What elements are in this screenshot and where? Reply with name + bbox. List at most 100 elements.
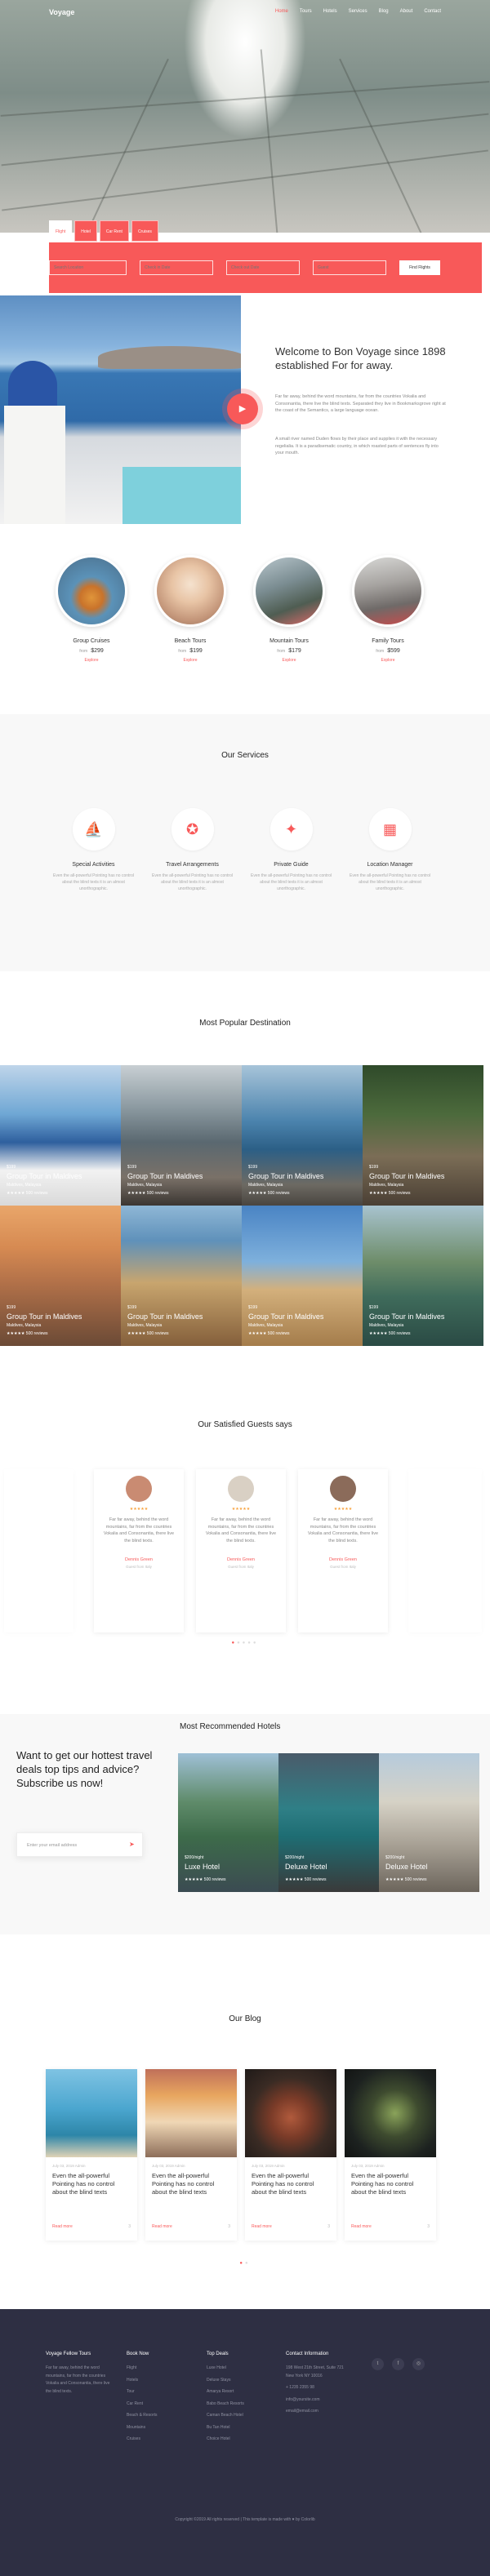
nav-item-about[interactable]: About xyxy=(400,9,413,14)
rating-stars: ★★★★★ xyxy=(231,1507,251,1512)
play-video-button[interactable]: ▶ xyxy=(227,393,258,424)
tab-car-rent[interactable]: Car Rent xyxy=(99,220,129,242)
footer-link[interactable]: Luxe Hotel xyxy=(207,2365,244,2373)
hotel-card[interactable]: $200/night Deluxe Hotel ★★★★★ 500 review… xyxy=(278,1753,379,1892)
footer-link[interactable]: Hotels xyxy=(127,2377,158,2385)
check-out-input[interactable] xyxy=(226,260,300,275)
destination-card[interactable]: $199 Group Tour in Maldives Maldives, Ma… xyxy=(0,1065,121,1206)
footer-link[interactable]: Bu Tan Hotel xyxy=(207,2424,244,2432)
email-link[interactable]: info@yoursite.com xyxy=(286,2396,351,2405)
category-card[interactable]: Group Cruises from $299 Explore xyxy=(55,555,128,663)
destination-rating: ★★★★★ 500 reviews xyxy=(127,1331,169,1336)
explore-link[interactable]: Explore xyxy=(252,658,326,663)
destination-title: Group Tour in Maldives xyxy=(7,1312,82,1321)
blog-title[interactable]: Even the all-powerful Pointing has no co… xyxy=(152,2172,230,2196)
category-card[interactable]: Family Tours from $599 Explore xyxy=(351,555,425,663)
footer-link[interactable]: Amarya Resort xyxy=(207,2388,244,2396)
destination-price: $199 xyxy=(369,1305,379,1310)
destination-card[interactable]: $199 Group Tour in Maldives Maldives, Ma… xyxy=(363,1206,483,1346)
email-link[interactable]: email@email.com xyxy=(286,2408,351,2416)
blog-meta: July 03, 2019 Admin xyxy=(152,2164,185,2168)
footer-link[interactable]: Cruises xyxy=(127,2436,158,2444)
service-item: ▦ Location Manager Even the all-powerful… xyxy=(347,808,433,892)
check-in-input[interactable] xyxy=(140,260,213,275)
hero-image xyxy=(0,0,490,233)
footer-link[interactable]: Caman Beach Hotel xyxy=(207,2412,244,2420)
destination-location: Maldives, Malaysia xyxy=(248,1323,283,1328)
destination-title: Group Tour in Maldives xyxy=(127,1172,203,1180)
destination-card[interactable]: $199 Group Tour in Maldives Maldives, Ma… xyxy=(242,1206,363,1346)
category-card[interactable]: Mountain Tours from $179 Explore xyxy=(252,555,326,663)
destination-card[interactable]: $199 Group Tour in Maldives Maldives, Ma… xyxy=(363,1065,483,1206)
testimonial-quote: Far far away, behind the word mountains,… xyxy=(307,1517,379,1543)
nav-item-home[interactable]: Home xyxy=(275,9,288,14)
explore-link[interactable]: Explore xyxy=(154,658,227,663)
blog-title[interactable]: Even the all-powerful Pointing has no co… xyxy=(52,2172,131,2196)
service-item: ✪ Travel Arrangements Even the all-power… xyxy=(149,808,235,892)
guest-select[interactable] xyxy=(313,260,386,275)
read-more-link[interactable]: Read more xyxy=(152,2224,172,2229)
category-card[interactable]: Beach Tours from $199 Explore xyxy=(154,555,227,663)
destination-card[interactable]: $199 Group Tour in Maldives Maldives, Ma… xyxy=(121,1065,242,1206)
footer-link[interactable]: Babo Beach Resorts xyxy=(207,2401,244,2409)
explore-link[interactable]: Explore xyxy=(55,658,128,663)
tab-cruises[interactable]: Cruises xyxy=(131,220,158,242)
nav-item-contact[interactable]: Contact xyxy=(424,9,441,14)
blog-card[interactable]: July 03, 2019 Admin Even the all-powerfu… xyxy=(345,2069,436,2241)
nav-item-tours[interactable]: Tours xyxy=(300,9,312,14)
phone-link[interactable]: + 1235 2355 98 xyxy=(286,2384,351,2392)
footer-link[interactable]: Flight xyxy=(127,2365,158,2373)
category-image xyxy=(253,555,325,627)
comment-count: 3 xyxy=(327,2224,330,2229)
destination-title: Group Tour in Maldives xyxy=(369,1312,445,1321)
blog-section: Our Blog July 03, 2019 Admin Even the al… xyxy=(0,1975,490,2285)
blog-card[interactable]: July 03, 2019 Admin Even the all-powerfu… xyxy=(145,2069,237,2241)
nav-item-services[interactable]: Services xyxy=(349,9,368,14)
destination-price: $199 xyxy=(248,1165,258,1170)
hotel-card[interactable]: $200/night Luxe Hotel ★★★★★ 500 reviews xyxy=(178,1753,278,1892)
carousel-dots[interactable]: ●●●●● xyxy=(0,1641,490,1646)
brand-logo[interactable]: Voyage xyxy=(49,8,74,16)
search-location-input[interactable] xyxy=(49,260,127,275)
about-paragraph: Far far away, behind the word mountains,… xyxy=(275,394,446,413)
explore-link[interactable]: Explore xyxy=(351,658,425,663)
destination-card[interactable]: $199 Group Tour in Maldives Maldives, Ma… xyxy=(121,1206,242,1346)
twitter-icon[interactable]: t xyxy=(372,2358,384,2370)
destination-card[interactable]: $199 Group Tour in Maldives Maldives, Ma… xyxy=(242,1065,363,1206)
hotel-card[interactable]: $200/night Deluxe Hotel ★★★★★ 500 review… xyxy=(379,1753,479,1892)
footer-link[interactable]: Car Rent xyxy=(127,2401,158,2409)
blog-title[interactable]: Even the all-powerful Pointing has no co… xyxy=(351,2172,430,2196)
email-input[interactable]: Enter your email address xyxy=(16,1832,143,1857)
facebook-icon[interactable]: f xyxy=(392,2358,404,2370)
nav-item-hotels[interactable]: Hotels xyxy=(323,9,337,14)
read-more-link[interactable]: Read more xyxy=(52,2224,73,2229)
blog-title[interactable]: Even the all-powerful Pointing has no co… xyxy=(252,2172,330,2196)
tab-flight[interactable]: Flight xyxy=(49,220,73,242)
tab-hotel[interactable]: Hotel xyxy=(74,220,97,242)
read-more-link[interactable]: Read more xyxy=(252,2224,272,2229)
instagram-icon[interactable]: ◎ xyxy=(412,2358,425,2370)
service-title: Travel Arrangements xyxy=(166,862,219,868)
nav-item-blog[interactable]: Blog xyxy=(379,9,389,14)
blog-card[interactable]: July 03, 2019 Admin Even the all-powerfu… xyxy=(245,2069,336,2241)
footer-link[interactable]: Deluxe Stays xyxy=(207,2377,244,2385)
footer-link[interactable]: Tour xyxy=(127,2388,158,2396)
carousel-dots[interactable]: ●● xyxy=(0,2261,490,2266)
category-price: from $179 xyxy=(277,648,301,654)
footer-link[interactable]: Mountains xyxy=(127,2424,158,2432)
avatar xyxy=(330,1476,356,1502)
footer-link[interactable]: Beach & Resorts xyxy=(127,2412,158,2420)
destination-location: Maldives, Malaysia xyxy=(7,1323,42,1328)
send-icon[interactable]: ➤ xyxy=(129,1841,137,1849)
read-more-link[interactable]: Read more xyxy=(351,2224,372,2229)
find-flights-button[interactable]: Find Flights xyxy=(399,260,440,275)
service-title: Private Guide xyxy=(274,862,309,868)
blog-meta: July 03, 2019 Admin xyxy=(252,2164,285,2168)
testimonial-card: ★★★★★ Far far away, behind the word moun… xyxy=(196,1469,286,1632)
footer-link[interactable]: Choice Hotel xyxy=(207,2436,244,2444)
blog-card[interactable]: July 03, 2019 Admin Even the all-powerfu… xyxy=(46,2069,137,2241)
guest-name: Dennis Green xyxy=(227,1557,255,1562)
destination-rating: ★★★★★ 500 reviews xyxy=(7,1191,48,1196)
destination-card[interactable]: $199 Group Tour in Maldives Maldives, Ma… xyxy=(0,1206,121,1346)
destination-title: Group Tour in Maldives xyxy=(248,1172,324,1180)
